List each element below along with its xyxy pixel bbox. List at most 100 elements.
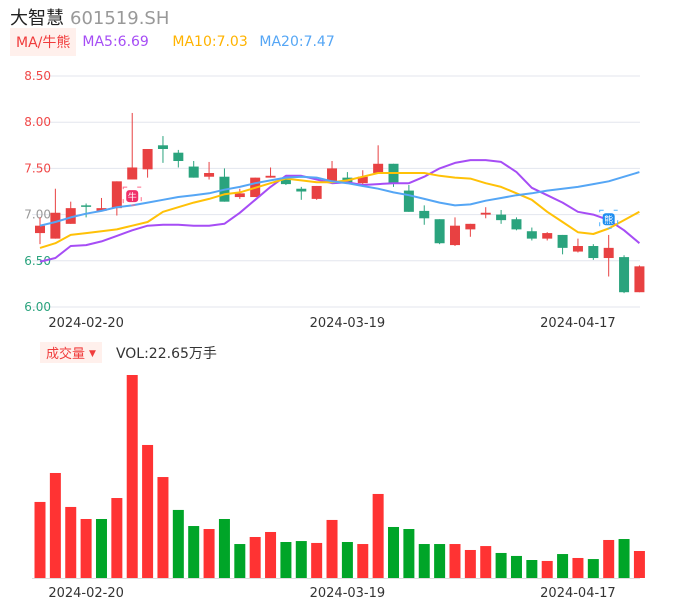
- candle: [403, 185, 414, 212]
- volume-bar: [265, 531, 277, 578]
- volume-bar: [234, 544, 246, 578]
- candle-body: [619, 257, 630, 293]
- candle: [526, 227, 537, 241]
- candle: [296, 186, 307, 200]
- volume-bar: [326, 519, 338, 578]
- volume-bar: [157, 477, 169, 578]
- candle-body: [449, 225, 460, 246]
- y-tick-label: 8.50: [24, 69, 51, 83]
- volume-bar: [603, 539, 615, 578]
- volume-bar: [49, 472, 61, 578]
- candle-body: [526, 231, 537, 239]
- volume-bar: [249, 536, 261, 578]
- candle-body: [50, 212, 61, 239]
- x-tick-label: 2024-02-20: [48, 316, 124, 331]
- x-tick-label: 2024-04-17: [540, 316, 616, 331]
- candle-body: [142, 148, 153, 170]
- volume-bar: [372, 493, 384, 578]
- candle: [603, 234, 614, 277]
- candle-body: [311, 185, 322, 199]
- candle: [311, 185, 322, 200]
- volume-bar: [495, 552, 507, 578]
- volume-bar: [572, 557, 584, 578]
- volume-bar: [34, 501, 46, 578]
- candle-body: [373, 163, 384, 174]
- candle: [50, 188, 61, 239]
- volume-bar: [557, 554, 569, 578]
- candle-body: [234, 193, 245, 198]
- candle: [173, 149, 184, 168]
- y-tick-label: 8.00: [24, 115, 51, 129]
- volume-bar: [95, 518, 107, 578]
- signal-label: 熊: [604, 214, 613, 226]
- candle: [96, 197, 107, 211]
- candle: [557, 234, 568, 255]
- y-tick-label: 7.00: [24, 208, 51, 222]
- signal-label: 牛: [128, 191, 137, 203]
- y-tick-label: 6.00: [24, 300, 51, 314]
- candle-body: [496, 214, 507, 221]
- x-tick-label: 2024-03-19: [310, 316, 386, 331]
- volume-bar: [541, 560, 553, 578]
- volume-bar: [464, 549, 476, 578]
- candle: [419, 205, 430, 225]
- volume-x-tick-label: 2024-03-19: [310, 586, 386, 601]
- volume-bar: [418, 544, 430, 578]
- candle: [219, 168, 230, 202]
- volume-bar: [280, 542, 292, 578]
- candle-body: [265, 175, 276, 178]
- candle: [127, 112, 138, 180]
- volume-bar: [618, 539, 630, 578]
- candle: [465, 223, 476, 237]
- volume-bar: [188, 526, 200, 578]
- volume-bar: [126, 375, 138, 578]
- candle-body: [157, 145, 168, 149]
- volume-bar: [80, 518, 92, 578]
- volume-bar: [388, 526, 400, 578]
- volume-bar: [510, 555, 522, 578]
- candle-body: [204, 173, 215, 177]
- y-tick-label: 7.50: [24, 161, 51, 175]
- volume-bar: [357, 544, 369, 578]
- candle-body: [542, 233, 553, 239]
- candle-body: [511, 219, 522, 230]
- candle: [142, 148, 153, 178]
- volume-bar: [203, 529, 215, 578]
- candle-body: [434, 219, 445, 244]
- volume-bar: [65, 506, 77, 578]
- candle-body: [603, 247, 614, 259]
- volume-bar: [218, 518, 230, 578]
- volume-bar: [449, 544, 461, 578]
- kline-chart[interactable]: 8.508.007.507.006.506.00牛熊2024-02-20 2024…: [0, 0, 686, 606]
- volume-bar: [526, 560, 538, 578]
- candle-body: [465, 223, 476, 230]
- candle: [204, 161, 215, 180]
- candle-body: [81, 205, 92, 207]
- candle: [542, 232, 553, 241]
- candle-body: [127, 167, 138, 180]
- candle: [496, 209, 507, 224]
- candle: [634, 265, 645, 293]
- candle-body: [572, 246, 583, 252]
- candle-body: [419, 210, 430, 219]
- volume-x-tick-label: 2024-04-17: [540, 586, 616, 601]
- candle-body: [634, 266, 645, 293]
- candle: [619, 255, 630, 294]
- volume-bar: [341, 542, 353, 578]
- candle: [588, 244, 599, 260]
- candle-body: [296, 188, 307, 192]
- candle: [434, 219, 445, 245]
- volume-bar: [633, 551, 645, 578]
- candle: [480, 207, 491, 219]
- volume-bar: [142, 444, 154, 578]
- candle: [511, 217, 522, 231]
- volume-bar: [311, 542, 323, 578]
- candle-body: [188, 166, 199, 178]
- candle: [65, 201, 76, 224]
- candle-body: [35, 225, 45, 234]
- volume-bar: [480, 546, 492, 578]
- volume-bar: [403, 529, 415, 578]
- volume-bar: [172, 509, 184, 578]
- candle: [449, 217, 460, 247]
- candle: [157, 136, 168, 163]
